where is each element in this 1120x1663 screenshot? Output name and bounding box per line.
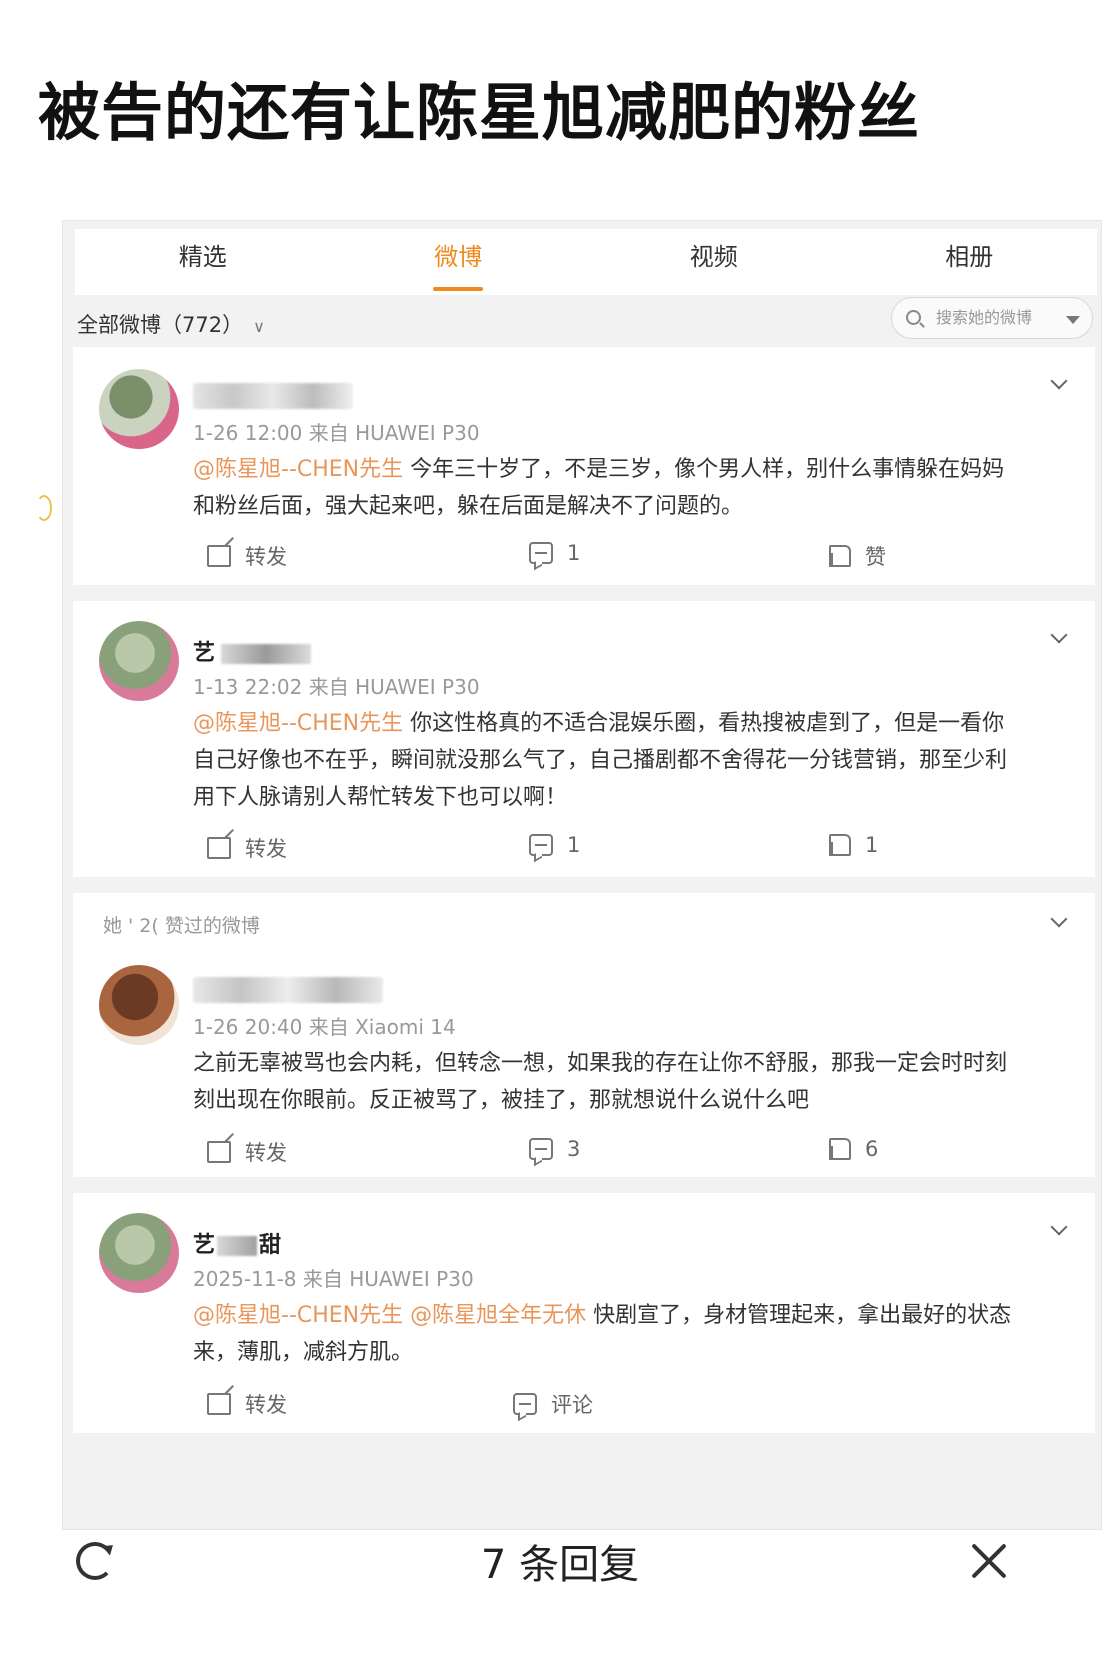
comment-button[interactable]: 3 — [529, 1137, 580, 1161]
tab-weibo[interactable]: 微博 — [331, 229, 587, 295]
post-card: 1-26 12:00 来自 HUAWEI P30 @陈星旭--CHEN先生 今年… — [73, 347, 1095, 585]
like-count: 赞 — [865, 545, 886, 569]
post-text: @陈星旭--CHEN先生 今年三十岁了，不是三岁，像个男人样，别什么事情躲在妈妈… — [193, 451, 1023, 525]
repost-label: 转发 — [245, 545, 287, 569]
liked-section-label: 她 ' 2( 赞过的微博 — [103, 915, 260, 937]
comment-label: 评论 — [551, 1393, 593, 1417]
comment-icon — [529, 1138, 553, 1160]
like-icon — [829, 1138, 851, 1160]
post-text: @陈星旭--CHEN先生 @陈星旭全年无休 快剧宣了，身材管理起来，拿出最好的状… — [193, 1297, 1023, 1371]
like-button[interactable]: 6 — [829, 1137, 878, 1161]
post-text: 之前无辜被骂也会内耗，但转念一想，如果我的存在让你不舒服，那我一定会时时刻刻出现… — [193, 1051, 1008, 1113]
mention-link[interactable]: @陈星旭--CHEN先生 — [193, 1303, 403, 1328]
share-icon — [207, 545, 231, 567]
comment-count: 3 — [567, 1137, 581, 1161]
post-meta: 2025-11-8 来自 HUAWEI P30 — [193, 1267, 474, 1291]
comment-button[interactable]: 1 — [529, 833, 580, 857]
comment-count: 1 — [567, 541, 581, 565]
edge-decoration — [36, 495, 52, 521]
username-blur — [221, 644, 312, 664]
reply-count: 7 条回复 — [480, 1542, 640, 1588]
post-text: @陈星旭--CHEN先生 你这性格真的不适合混娱乐圈，看热搜被虐到了，但是一看你… — [193, 705, 1023, 816]
share-icon — [207, 837, 231, 859]
action-bar: 转发 3 6 — [73, 1137, 1095, 1167]
action-bar: 转发 1 赞 — [73, 541, 1095, 571]
chevron-down-icon[interactable] — [1050, 1218, 1068, 1236]
post-meta: 1-26 12:00 来自 HUAWEI P30 — [193, 421, 480, 445]
action-bar: 转发 1 1 — [73, 833, 1095, 863]
search-icon — [906, 310, 921, 325]
post-card: 艺甜 2025-11-8 来自 HUAWEI P30 @陈星旭--CHEN先生 … — [73, 1193, 1095, 1433]
repost-button[interactable]: 转发 — [207, 1137, 287, 1167]
username-blurred[interactable] — [193, 977, 383, 1003]
chevron-down-icon[interactable] — [1050, 372, 1068, 390]
chevron-down-icon[interactable] — [1050, 910, 1068, 928]
avatar[interactable] — [99, 965, 179, 1045]
comment-icon — [529, 542, 553, 564]
chevron-down-icon[interactable] — [1050, 626, 1068, 644]
tab-video[interactable]: 视频 — [586, 229, 842, 295]
headline: 被告的还有让陈星旭减肥的粉丝 — [38, 76, 921, 149]
like-count: 1 — [865, 833, 879, 857]
repost-label: 转发 — [245, 837, 287, 861]
repost-button[interactable]: 转发 — [207, 833, 287, 863]
mention-link[interactable]: @陈星旭全年无休 — [410, 1303, 586, 1328]
weibo-screenshot: 精选 微博 视频 相册 全部微博（772） ∨ 搜索她的微博 1-26 12:00… — [62, 220, 1102, 1530]
comment-button[interactable]: 评论 — [513, 1389, 593, 1419]
action-bar: 转发 评论 — [73, 1389, 1095, 1419]
dropdown-triangle-icon[interactable] — [1066, 316, 1080, 324]
chevron-down-icon: ∨ — [253, 317, 265, 336]
weibo-filter-dropdown[interactable]: 全部微博（772） ∨ — [77, 309, 265, 339]
post-card: 艺 1-13 22:02 来自 HUAWEI P30 @陈星旭--CHEN先生 … — [73, 601, 1095, 877]
like-icon — [829, 834, 851, 856]
like-icon — [829, 545, 851, 567]
repost-button[interactable]: 转发 — [207, 541, 287, 571]
share-icon — [207, 1393, 231, 1415]
search-input[interactable]: 搜索她的微博 — [891, 297, 1093, 339]
close-icon[interactable] — [968, 1540, 1010, 1582]
comment-count: 1 — [567, 833, 581, 857]
like-button[interactable]: 1 — [829, 833, 878, 857]
profile-tabs: 精选 微博 视频 相册 — [75, 229, 1097, 295]
filter-label: 全部微博（772） — [77, 313, 244, 337]
avatar[interactable] — [99, 369, 179, 449]
comment-icon — [513, 1393, 537, 1415]
tab-album[interactable]: 相册 — [842, 229, 1098, 295]
reply-bottom-bar: 7 条回复 — [0, 1520, 1120, 1663]
tab-featured[interactable]: 精选 — [75, 229, 331, 295]
username[interactable]: 艺甜 — [193, 1227, 281, 1259]
post-card: 她 ' 2( 赞过的微博 1-26 20:40 来自 Xiaomi 14 之前无… — [73, 893, 1095, 1177]
like-button[interactable]: 赞 — [829, 541, 886, 571]
like-count: 6 — [865, 1137, 879, 1161]
repost-label: 转发 — [245, 1141, 287, 1165]
username-blur — [217, 1236, 258, 1256]
comment-icon — [529, 834, 553, 856]
post-meta: 1-13 22:02 来自 HUAWEI P30 — [193, 675, 480, 699]
mention-link[interactable]: @陈星旭--CHEN先生 — [193, 457, 403, 482]
share-icon — [207, 1141, 231, 1163]
avatar[interactable] — [99, 621, 179, 701]
avatar[interactable] — [99, 1213, 179, 1293]
search-placeholder: 搜索她的微博 — [936, 308, 1033, 327]
username-blurred[interactable] — [193, 383, 353, 409]
repost-button[interactable]: 转发 — [207, 1389, 287, 1419]
repost-label: 转发 — [245, 1393, 287, 1417]
username[interactable]: 艺 — [193, 635, 312, 667]
post-meta: 1-26 20:40 来自 Xiaomi 14 — [193, 1015, 456, 1039]
mention-link[interactable]: @陈星旭--CHEN先生 — [193, 711, 403, 736]
comment-button[interactable]: 1 — [529, 541, 580, 565]
